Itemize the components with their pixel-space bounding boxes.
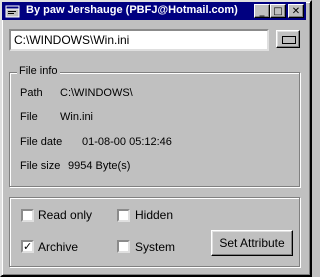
path-value: C:\WINDOWS\ (60, 87, 133, 99)
minimize-button[interactable]: _ (254, 4, 270, 18)
file-size-label: File size (20, 160, 61, 172)
file-info-label: File info (17, 65, 60, 77)
archive-checkbox[interactable]: ✓ (21, 240, 34, 253)
info-row-size: File size (20, 160, 60, 172)
info-row-date: File date (20, 136, 62, 148)
path-input[interactable]: C:\WINDOWS\Win.ini (9, 29, 269, 51)
window-title: By paw Jershauge (PBFJ@Hotmail.com) (26, 4, 238, 16)
path-label: Path (20, 87, 43, 99)
file-value: Win.ini (60, 111, 94, 123)
info-row-path: Path (20, 87, 43, 99)
file-date-value: 01-08-00 05:12:46 (82, 136, 172, 148)
file-date-label: File date (20, 136, 63, 148)
read-only-checkbox[interactable] (21, 209, 34, 222)
info-row-file: File (20, 111, 38, 123)
ellipsis-button-icon (282, 36, 296, 44)
title-bar[interactable]: By paw Jershauge (PBFJ@Hotmail.com) _ □ … (2, 2, 306, 20)
app-window-icon (5, 5, 20, 18)
read-only-label[interactable]: Read only (38, 208, 92, 222)
file-label: File (20, 111, 38, 123)
close-button[interactable]: ✕ (288, 4, 304, 18)
hidden-label[interactable]: Hidden (135, 208, 173, 222)
archive-label[interactable]: Archive (38, 240, 78, 254)
system-checkbox[interactable] (117, 240, 130, 253)
hidden-checkbox[interactable] (117, 209, 130, 222)
file-size-value: 9954 Byte(s) (68, 160, 131, 172)
browse-button[interactable] (276, 30, 300, 48)
system-label[interactable]: System (135, 240, 175, 254)
maximize-button[interactable]: □ (270, 4, 286, 18)
set-attribute-button[interactable]: Set Attribute (211, 230, 293, 256)
